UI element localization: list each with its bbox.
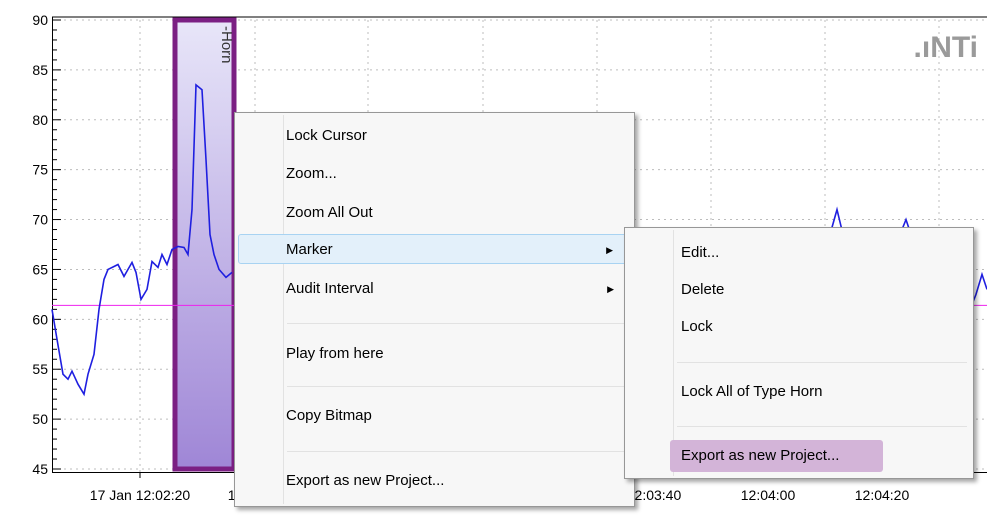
y-axis: 90 85 80 75 70 65 60 55 50 45 <box>32 12 61 477</box>
x-tick-label: 12:04:20 <box>855 487 910 503</box>
menu-item-label: Zoom All Out <box>286 204 373 221</box>
menu-item-label: Zoom... <box>286 165 337 182</box>
submenu-item-delete[interactable]: Delete <box>628 275 968 305</box>
menu-item-label: Audit Interval <box>286 280 374 297</box>
menu-separator <box>677 362 967 363</box>
y-tick-label: 90 <box>32 12 48 28</box>
x-tick-label: 12:04:00 <box>741 487 796 503</box>
menu-separator <box>677 426 967 427</box>
menu-item-export-as-new-project[interactable]: Export as new Project... <box>238 466 628 496</box>
menu-separator <box>287 451 628 452</box>
menu-item-label: Marker <box>286 241 333 258</box>
menu-separator <box>287 323 628 324</box>
y-tick-label: 55 <box>32 361 48 377</box>
menu-item-label: Copy Bitmap <box>286 407 372 424</box>
horn-marker-region[interactable] <box>172 17 237 472</box>
menu-item-label: Export as new Project... <box>681 447 840 464</box>
y-tick-label: 70 <box>32 212 48 228</box>
menu-separator <box>287 386 628 387</box>
y-tick-label: 60 <box>32 311 48 327</box>
menu-item-zoom-all-out[interactable]: Zoom All Out <box>238 198 628 228</box>
x-tick-label: 17 Jan 12:02:20 <box>90 487 191 503</box>
menu-item-label: Lock All of Type Horn <box>681 383 823 400</box>
submenu-item-lock-all-of-type-horn[interactable]: Lock All of Type Horn <box>628 377 968 407</box>
horn-marker-label: -Horn <box>218 26 235 64</box>
menu-item-zoom[interactable]: Zoom... <box>238 159 628 189</box>
menu-item-label: Lock <box>681 318 713 335</box>
menu-item-label: Lock Cursor <box>286 127 367 144</box>
menu-item-play-from-here[interactable]: Play from here <box>238 339 628 369</box>
submenu-item-lock[interactable]: Lock <box>628 312 968 342</box>
marker-submenu: Edit... Delete Lock Lock All of Type Hor… <box>624 227 974 479</box>
menu-item-marker[interactable]: Marker ▶ <box>238 234 628 264</box>
menu-item-label: Delete <box>681 281 725 298</box>
y-tick-label: 85 <box>32 62 48 78</box>
submenu-item-export-as-new-project[interactable]: Export as new Project... <box>628 441 968 471</box>
y-tick-label: 65 <box>32 261 48 277</box>
submenu-arrow-icon: ▶ <box>606 245 613 255</box>
menu-item-lock-cursor[interactable]: Lock Cursor <box>238 121 628 151</box>
menu-item-audit-interval[interactable]: Audit Interval ▶ <box>238 274 628 304</box>
y-tick-label: 45 <box>32 461 48 477</box>
menu-item-label: Edit... <box>681 244 720 261</box>
menu-item-label: Play from here <box>286 345 384 362</box>
submenu-arrow-icon: ▶ <box>607 284 614 294</box>
y-tick-label: 50 <box>32 411 48 427</box>
context-menu: Lock Cursor Zoom... Zoom All Out Marker … <box>234 112 635 507</box>
y-tick-label: 80 <box>32 112 48 128</box>
y-tick-label: 75 <box>32 162 48 178</box>
menu-item-label: Export as new Project... <box>286 472 445 489</box>
submenu-item-edit[interactable]: Edit... <box>628 238 968 268</box>
menu-item-copy-bitmap[interactable]: Copy Bitmap <box>238 401 628 431</box>
nti-logo: .ıNTi <box>914 31 978 64</box>
